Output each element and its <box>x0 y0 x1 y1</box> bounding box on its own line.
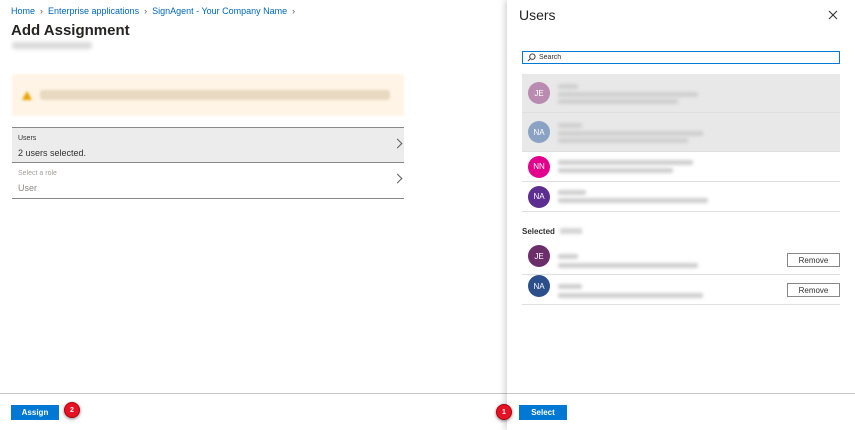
user-email-redacted <box>558 198 708 203</box>
users-selector-row[interactable]: Users 2 users selected. <box>12 127 404 163</box>
remove-button[interactable]: Remove <box>787 253 840 267</box>
user-email-redacted <box>558 138 688 143</box>
avatar: JE <box>528 82 550 104</box>
panel-title: Users <box>519 7 556 23</box>
search-box[interactable] <box>522 51 840 64</box>
search-icon <box>527 53 536 62</box>
user-email-redacted <box>558 99 678 104</box>
avatar: NA <box>528 185 550 208</box>
warning-text-redacted <box>40 90 390 100</box>
users-row-label: Users <box>18 135 37 142</box>
user-email-redacted <box>558 168 673 173</box>
remove-button[interactable]: Remove <box>787 283 840 297</box>
avatar: JE <box>528 245 550 267</box>
breadcrumb-chevron-icon: › <box>40 6 44 16</box>
role-selector-row[interactable]: Select a role User <box>12 163 404 199</box>
breadcrumb-app[interactable]: SignAgent - Your Company Name <box>152 6 287 16</box>
role-row-label: Select a role <box>18 170 57 177</box>
users-list: JE NA NN NA <box>522 74 840 212</box>
list-item[interactable]: NA <box>522 113 840 152</box>
add-assignment-blade: Home › Enterprise applications › SignAge… <box>0 0 507 430</box>
role-row-value: User <box>18 183 38 193</box>
avatar: NN <box>528 155 550 178</box>
users-panel: Users JE NA NN NA <box>507 0 855 430</box>
page-subtitle-redacted <box>12 42 92 49</box>
breadcrumb-chevron-icon: › <box>292 6 296 16</box>
user-name-redacted <box>558 123 582 128</box>
user-email-redacted <box>558 131 703 136</box>
user-name-redacted <box>558 284 582 289</box>
list-item[interactable]: NN <box>522 152 840 182</box>
step-marker-2: 2 <box>64 402 80 418</box>
page-title: Add Assignment <box>11 22 130 39</box>
chevron-right-icon <box>392 138 403 149</box>
list-item: JE Remove <box>522 245 840 275</box>
breadcrumb-chevron-icon: › <box>144 6 148 16</box>
breadcrumb-enterprise-applications[interactable]: Enterprise applications <box>48 6 139 16</box>
selected-count-redacted <box>560 228 582 234</box>
chevron-right-icon <box>392 173 403 184</box>
footer-divider <box>507 393 855 394</box>
avatar: NA <box>528 121 550 143</box>
user-email-redacted <box>558 92 698 97</box>
search-input[interactable] <box>539 52 829 63</box>
selected-section-label: Selected <box>522 227 555 236</box>
user-name-redacted <box>558 84 578 89</box>
step-marker-1: 1 <box>496 404 512 420</box>
list-item[interactable]: JE <box>522 74 840 113</box>
user-email-redacted <box>558 293 703 298</box>
breadcrumb: Home › Enterprise applications › SignAge… <box>11 6 300 16</box>
list-item: NA Remove <box>522 275 840 305</box>
footer-divider <box>0 393 507 394</box>
warning-icon <box>22 90 32 100</box>
avatar: NA <box>528 275 550 297</box>
select-button[interactable]: Select <box>519 405 567 420</box>
users-row-value: 2 users selected. <box>18 148 87 158</box>
user-email-redacted <box>558 160 693 165</box>
close-icon[interactable] <box>828 10 838 20</box>
breadcrumb-home[interactable]: Home <box>11 6 35 16</box>
user-name-redacted <box>558 254 578 259</box>
assign-button[interactable]: Assign <box>11 405 59 420</box>
user-name-redacted <box>558 190 586 195</box>
user-email-redacted <box>558 263 698 268</box>
warning-banner <box>12 74 404 116</box>
list-item[interactable]: NA <box>522 182 840 212</box>
selected-users-list: JE Remove NA Remove <box>522 245 840 305</box>
